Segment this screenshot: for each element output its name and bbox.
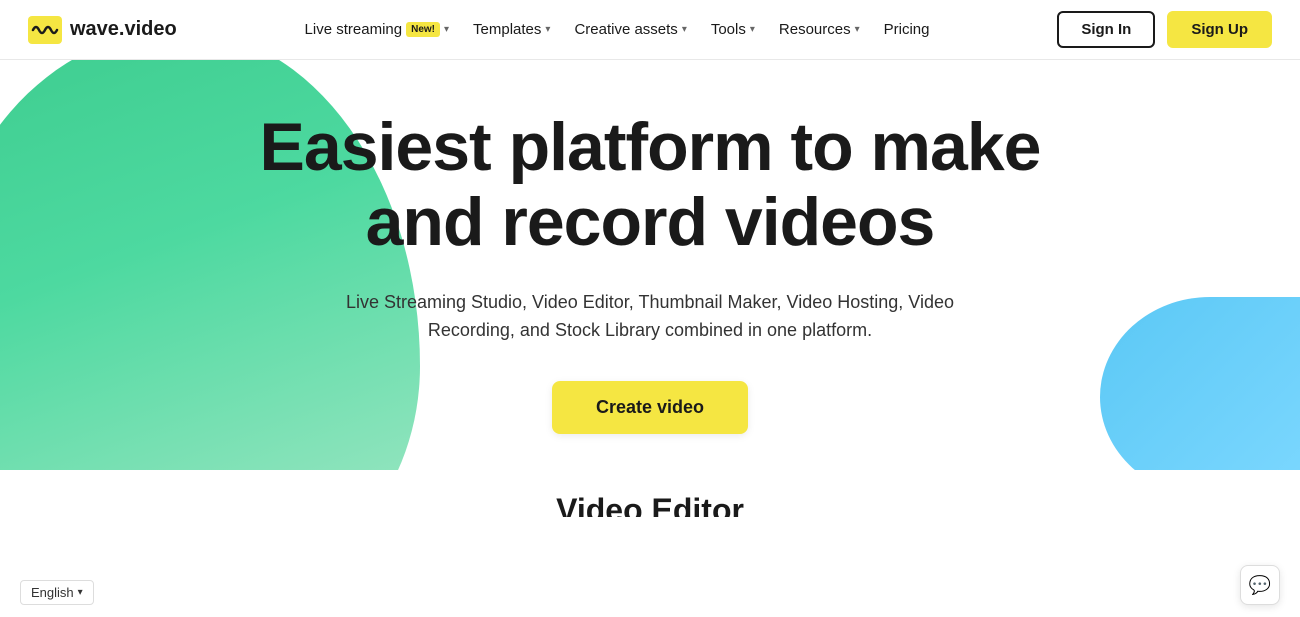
nav-link-live-streaming[interactable]: Live streaming New! ▾ [295,15,459,44]
editor-section-title: Video Editor [556,492,744,517]
chevron-icon: ▾ [855,24,860,35]
chevron-icon: ▾ [545,24,550,35]
chevron-icon: ▾ [444,24,449,35]
nav-link-tools[interactable]: Tools ▾ [701,15,765,44]
blob-blue-decoration [1100,297,1300,497]
signin-button[interactable]: Sign In [1057,11,1155,48]
nav-link-creative-assets[interactable]: Creative assets ▾ [564,15,696,44]
chat-icon: 💬 [1249,575,1271,596]
navbar: wave.video Live streaming New! ▾ Templat… [0,0,1300,60]
new-badge: New! [406,22,440,37]
nav-actions: Sign In Sign Up [1057,11,1272,48]
chat-widget[interactable]: 💬 [1240,565,1280,605]
nav-link-templates[interactable]: Templates ▾ [463,15,560,44]
hero-content: Easiest platform to make and record vide… [260,110,1041,434]
editor-section: Video Editor wave.video Promo video ··· [0,470,1300,517]
chevron-icon: ▾ [750,24,755,35]
hero-section: Easiest platform to make and record vide… [0,60,1300,517]
nav-link-pricing[interactable]: Pricing [874,15,940,44]
hero-title: Easiest platform to make and record vide… [260,110,1041,260]
logo-link[interactable]: wave.video [28,16,177,44]
language-label: English [31,585,74,600]
nav-links: Live streaming New! ▾ Templates ▾ Creati… [295,15,940,44]
language-selector[interactable]: English ▾ [20,580,94,605]
hero-subtitle: Live Streaming Studio, Video Editor, Thu… [340,288,960,346]
nav-link-resources[interactable]: Resources ▾ [769,15,870,44]
language-chevron-icon: ▾ [78,587,83,598]
chevron-icon: ▾ [682,24,687,35]
create-video-button[interactable]: Create video [552,381,748,434]
signup-button[interactable]: Sign Up [1167,11,1272,48]
logo-text: wave.video [70,18,177,41]
logo-icon [28,16,62,44]
